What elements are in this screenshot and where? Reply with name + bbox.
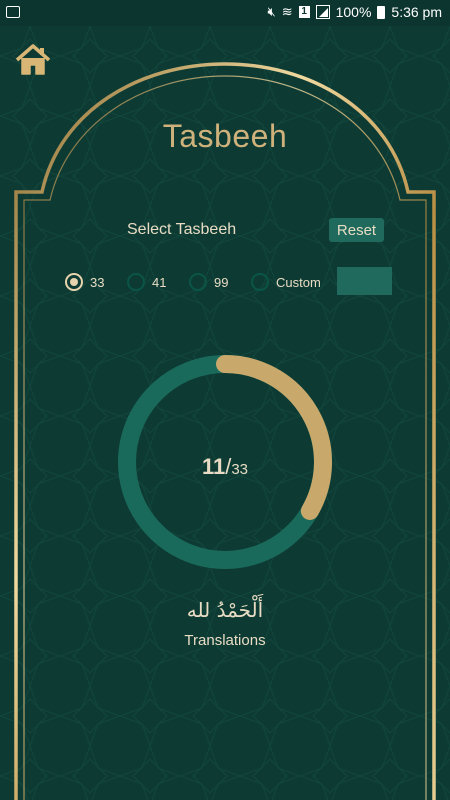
ring-progress: [216, 355, 332, 520]
option-label: Custom: [276, 274, 321, 290]
arabic-dhikr-text: أَلْحَمْدُ لله: [186, 598, 264, 622]
option-41[interactable]: 41: [127, 270, 166, 294]
radio-button[interactable]: [189, 273, 207, 291]
option-33[interactable]: 33: [65, 270, 104, 294]
radio-button[interactable]: [251, 273, 269, 291]
target-count: 33: [231, 461, 249, 478]
home-button[interactable]: [14, 42, 52, 78]
home-icon: [15, 44, 51, 75]
option-99[interactable]: 99: [189, 270, 228, 294]
option-label: 33: [90, 274, 105, 290]
option-label: 99: [214, 274, 229, 290]
reset-button[interactable]: Reset: [329, 218, 384, 242]
radio-button[interactable]: [65, 273, 83, 291]
counter-display: 11/33: [0, 454, 450, 480]
translations-link[interactable]: Translations: [0, 632, 450, 649]
option-custom[interactable]: Custom: [251, 270, 321, 294]
radio-button[interactable]: [127, 273, 145, 291]
select-tasbeeh-label: Select Tasbeeh: [127, 221, 237, 238]
current-count: 11: [201, 454, 226, 479]
page-title: Tasbeeh: [162, 118, 288, 154]
option-label: 41: [152, 274, 167, 290]
custom-count-input[interactable]: [337, 267, 392, 295]
